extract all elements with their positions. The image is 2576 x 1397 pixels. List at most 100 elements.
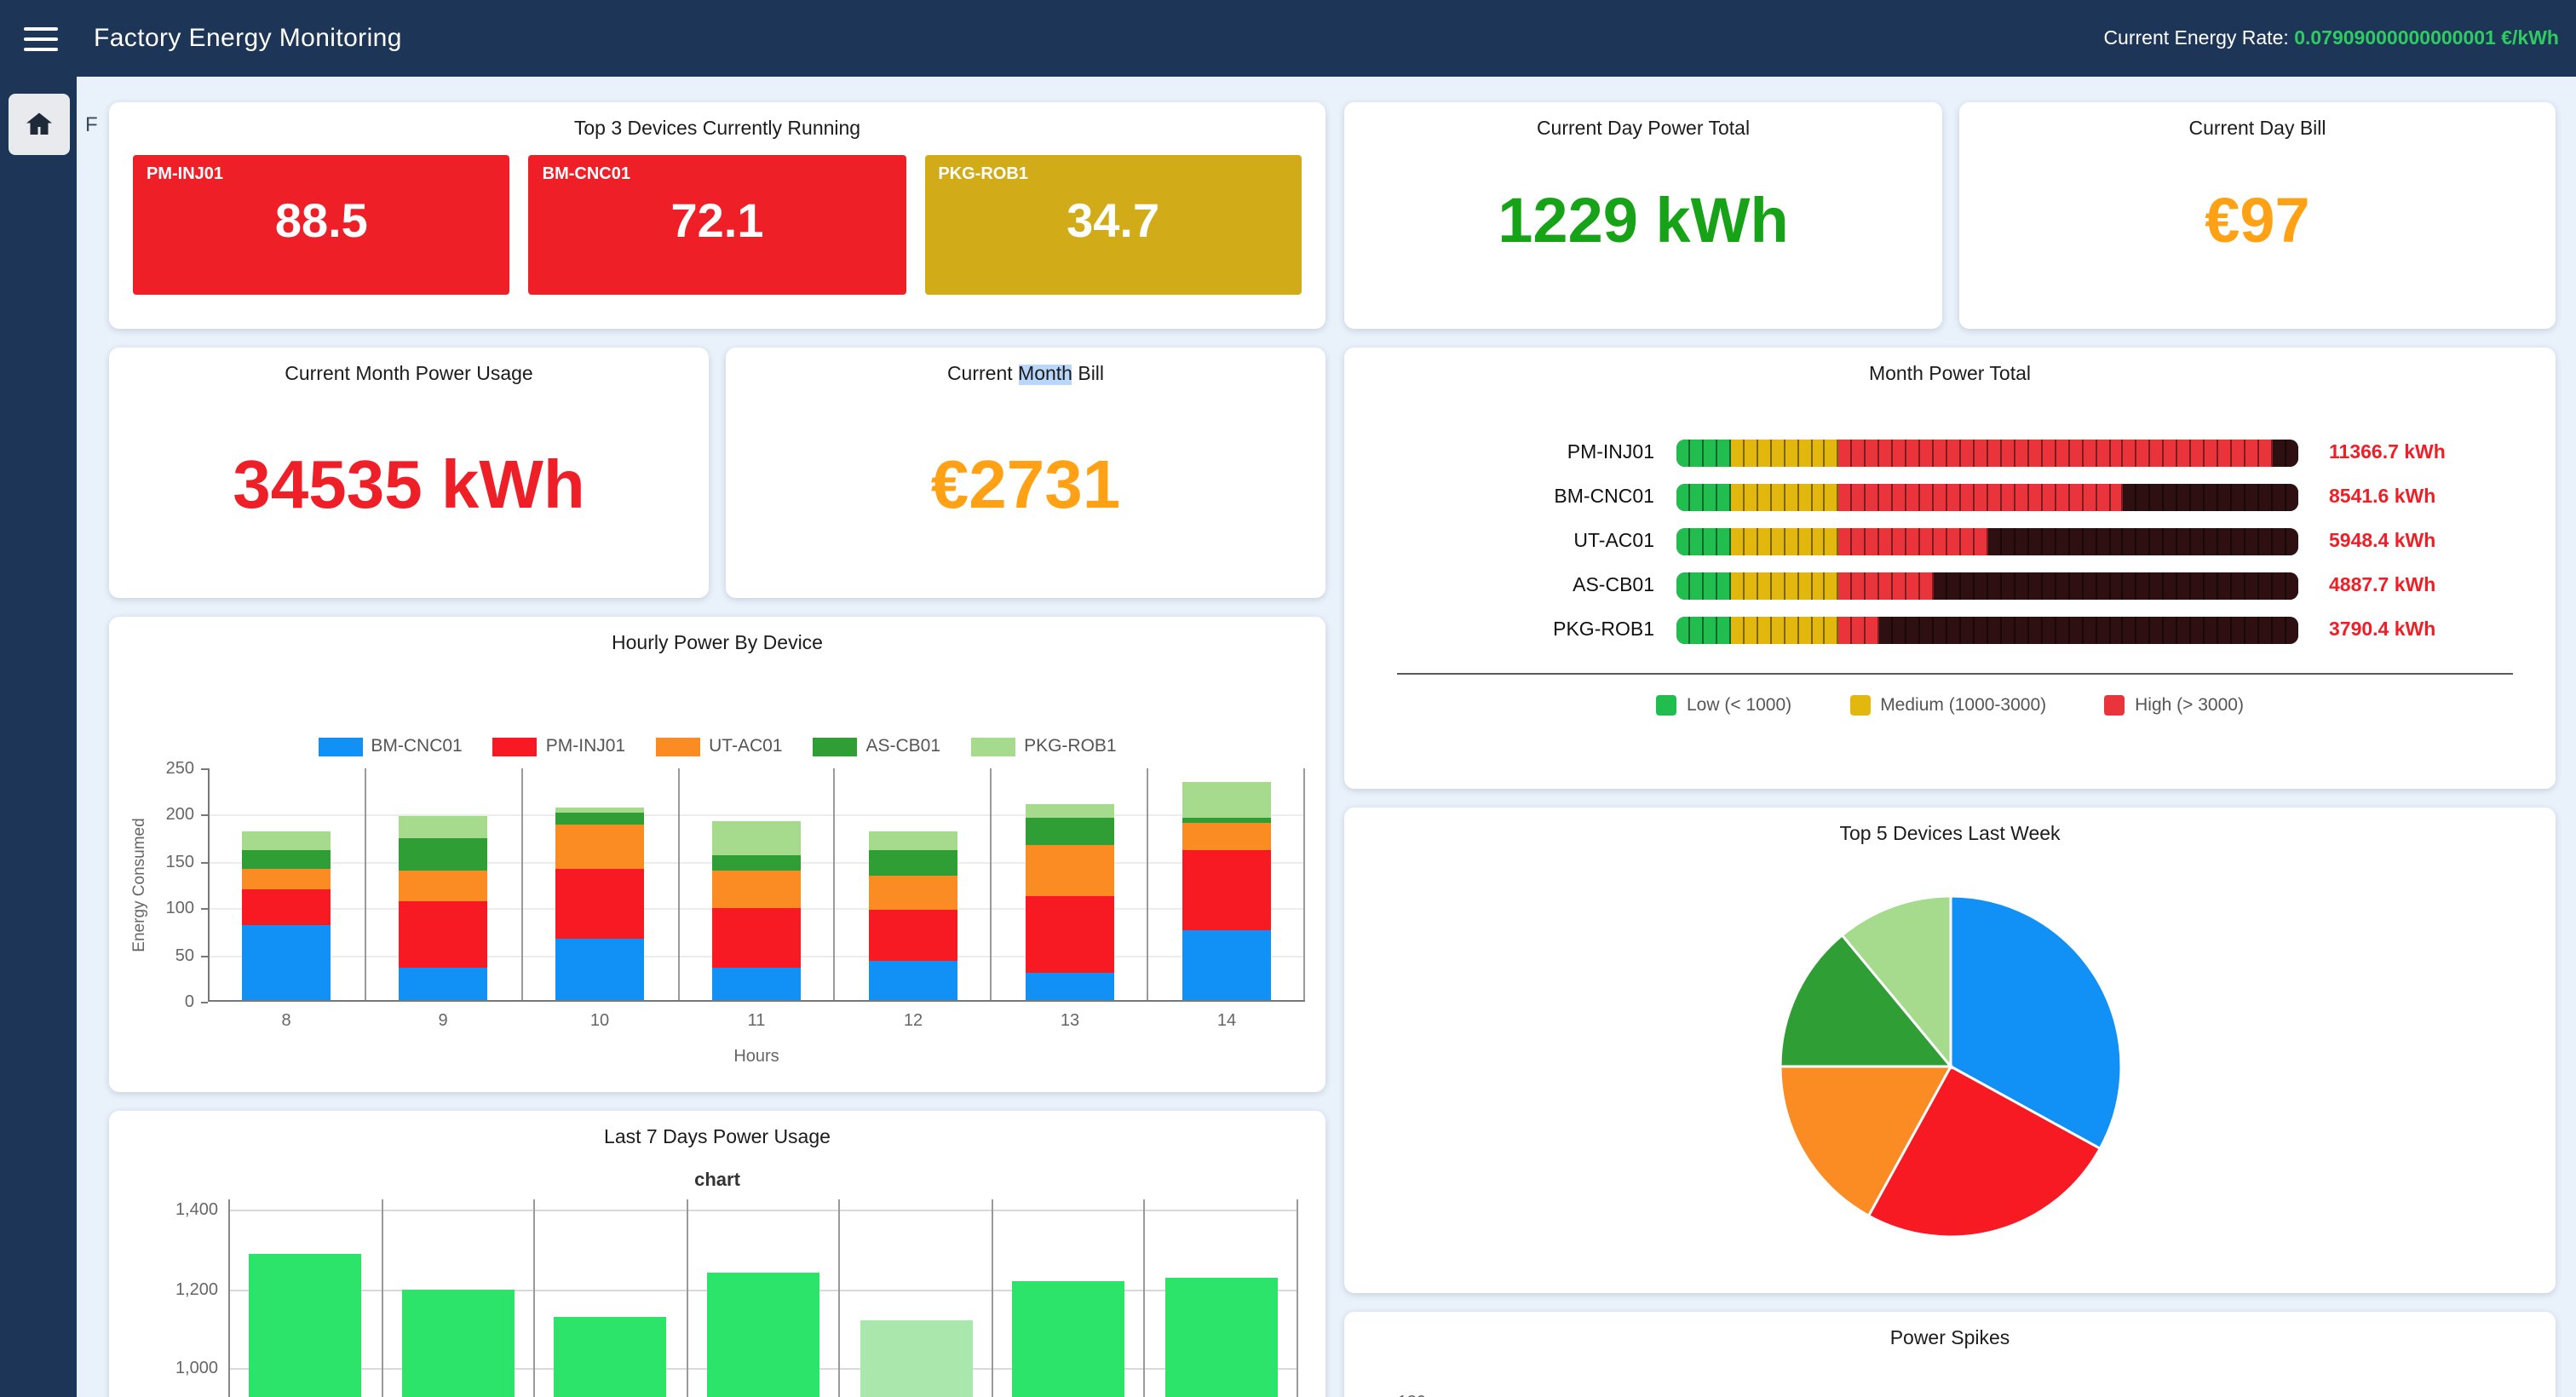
legend-label: Medium (1000-3000) <box>1880 695 2046 716</box>
x-tick-label: 8 <box>208 1012 365 1031</box>
legend-swatch <box>1849 695 1870 716</box>
device-name: BM-CNC01 <box>1344 487 1676 508</box>
page-title: Factory Energy Monitoring <box>94 24 402 53</box>
legend-swatch <box>814 737 858 756</box>
chart-column <box>210 768 366 1000</box>
legend-label: PM-INJ01 <box>546 736 625 756</box>
legend-item: Low (< 1000) <box>1656 695 1791 716</box>
y-tick-label: 50 <box>112 946 194 965</box>
title-text: Current <box>947 365 1018 385</box>
legend-label: UT-AC01 <box>709 736 782 756</box>
card-title: Current Month Power Usage <box>109 348 709 385</box>
device-usage-value: 8541.6 kWh <box>2329 487 2435 508</box>
legend-item: Medium (1000-3000) <box>1849 695 2046 716</box>
chart-column <box>992 768 1149 1000</box>
chart-title: Month Power Total <box>1344 348 2556 385</box>
bar <box>1012 1281 1124 1397</box>
device-tile: BM-CNC01 72.1 <box>529 155 906 295</box>
device-label: BM-CNC01 <box>543 165 630 184</box>
device-usage-row: PM-INJ01 11366.7 kWh <box>1344 431 2556 475</box>
device-name: AS-CB01 <box>1344 576 1676 596</box>
chart-legend: BM-CNC01 PM-INJ01 UT-AC01 AS-CB01 PKG-ROB1 <box>109 736 1325 756</box>
y-tick-label: 0 <box>112 993 194 1012</box>
stacked-bar <box>712 822 801 1000</box>
energy-rate-unit: €/kWh <box>2501 28 2559 49</box>
month-bill-card: Current Month Bill €2731 <box>726 348 1325 598</box>
device-value: 34.7 <box>924 194 1302 249</box>
led-usage-bar <box>1676 572 2298 600</box>
sidebar <box>0 77 77 1397</box>
chart-title: Power Spikes <box>1344 1312 2556 1349</box>
hourly-stacked-bar-chart <box>208 768 1305 1002</box>
sidebar-partial-label: F <box>85 112 98 136</box>
home-icon <box>24 109 55 140</box>
led-usage-bar <box>1676 484 2298 511</box>
chart-column <box>687 1199 840 1397</box>
stacked-bar <box>1182 782 1270 1000</box>
hourly-power-card: Hourly Power By Device BM-CNC01PM-INJ01U… <box>109 617 1325 1092</box>
chart-column <box>841 1199 993 1397</box>
day-total-value: 1229 kWh <box>1344 186 1942 257</box>
device-usage-value: 3790.4 kWh <box>2329 620 2435 641</box>
legend-item[interactable]: BM-CNC01 <box>318 736 462 756</box>
day-metrics-row: Current Day Power Total 1229 kWh Current… <box>1344 102 2556 329</box>
title-text: Bill <box>1072 365 1104 385</box>
chart-column <box>535 1199 687 1397</box>
legend-item[interactable]: UT-AC01 <box>656 736 782 756</box>
dashboard: Factory Energy Monitoring Current Energy… <box>0 0 2576 1397</box>
last7-bar-chart <box>228 1199 1298 1397</box>
top5-last-week-card: Top 5 Devices Last Week <box>1344 808 2556 1293</box>
bar <box>555 1317 667 1397</box>
chart-column <box>1146 1199 1298 1397</box>
chart-column <box>836 768 992 1000</box>
led-usage-bar <box>1676 617 2298 644</box>
x-tick-label: 9 <box>365 1012 521 1031</box>
device-tiles: PM-INJ01 88.5 BM-CNC01 72.1 PKG-ROB1 34.… <box>109 140 1325 295</box>
device-name: PM-INJ01 <box>1344 443 1676 463</box>
legend-item[interactable]: PM-INJ01 <box>493 736 625 756</box>
device-name: PKG-ROB1 <box>1344 620 1676 641</box>
stacked-bar <box>400 815 488 1000</box>
x-axis-label: Hours <box>208 1048 1305 1066</box>
x-tick-label: 10 <box>521 1012 678 1031</box>
chart-column <box>1148 768 1305 1000</box>
device-usage-bars: PM-INJ0111366.7 kWhBM-CNC018541.6 kWhUT-… <box>1344 431 2556 653</box>
stacked-bar <box>555 807 644 1000</box>
divider <box>1397 673 2513 675</box>
chart-column <box>230 1199 382 1397</box>
y-tick-label: 1,000 <box>112 1360 218 1378</box>
y-tick-label: 150 <box>112 854 194 872</box>
y-tick-label: 100 <box>112 900 194 918</box>
bar <box>402 1289 515 1397</box>
legend-item: High (> 3000) <box>2104 695 2244 716</box>
chart-column <box>679 768 836 1000</box>
x-tick-label: 12 <box>835 1012 992 1031</box>
month-bill-value: €2731 <box>726 448 1325 525</box>
legend-swatch <box>493 737 538 756</box>
device-label: PM-INJ01 <box>147 165 223 184</box>
stacked-bar <box>1025 804 1113 1000</box>
pie-chart-wrap <box>1344 886 2556 1247</box>
legend-item[interactable]: AS-CB01 <box>814 736 941 756</box>
device-value: 72.1 <box>529 194 906 249</box>
selected-text: Month <box>1018 365 1072 385</box>
x-axis-ticks: 891011121314 <box>208 1012 1305 1031</box>
device-label: PKG-ROB1 <box>938 165 1028 184</box>
device-tile: PM-INJ01 88.5 <box>133 155 510 295</box>
card-title: Current Day Bill <box>1959 102 2556 140</box>
y-tick-label: 200 <box>112 807 194 825</box>
device-usage-value: 4887.7 kWh <box>2329 576 2435 596</box>
device-value: 88.5 <box>133 194 510 249</box>
pie-chart <box>1769 886 2130 1247</box>
main-content: Top 3 Devices Currently Running PM-INJ01… <box>77 77 2576 1397</box>
day-total-card: Current Day Power Total 1229 kWh <box>1344 102 1942 329</box>
device-usage-value: 11366.7 kWh <box>2329 443 2446 463</box>
card-title: Top 3 Devices Currently Running <box>109 102 1325 140</box>
home-button[interactable] <box>9 94 70 155</box>
y-tick-label: 1,200 <box>112 1280 218 1299</box>
energy-rate-value: 0.07909000000000001 <box>2294 28 2496 49</box>
month-usage-card: Current Month Power Usage 34535 kWh <box>109 348 709 598</box>
legend-item[interactable]: PKG-ROB1 <box>971 736 1117 756</box>
hamburger-menu-icon[interactable] <box>24 20 58 57</box>
month-usage-value: 34535 kWh <box>109 448 709 525</box>
